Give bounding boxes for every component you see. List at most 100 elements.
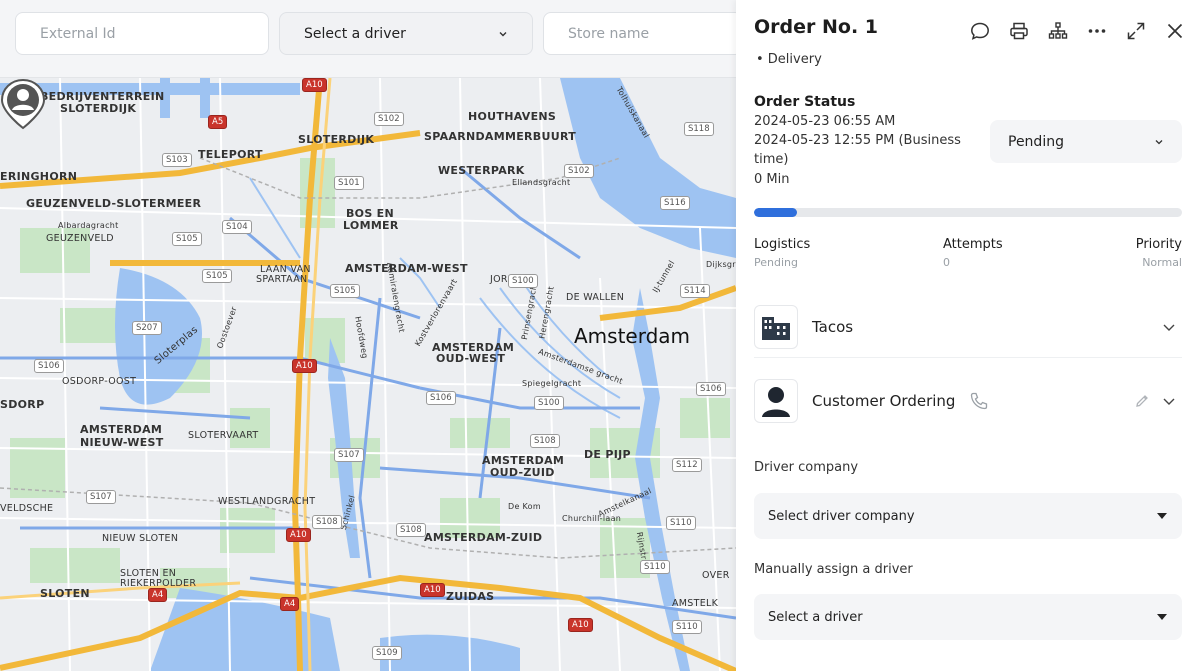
close-icon[interactable]	[1164, 20, 1186, 42]
map-label-district: OUD-WEST	[436, 352, 506, 365]
map-canvas	[0, 78, 736, 671]
map-label-district: AMSTERDAM	[80, 423, 163, 436]
map-label-street: Spiegelgracht	[522, 379, 582, 388]
order-status-select[interactable]: Pending	[990, 120, 1182, 163]
road-shield-s: S104	[222, 220, 252, 234]
map-label-district: LOMMER	[343, 219, 399, 232]
road-shield-s: S107	[334, 448, 364, 462]
expand-icon[interactable]	[1125, 20, 1147, 42]
map-label-district: OVER	[702, 570, 730, 581]
customer-location-pin-icon[interactable]	[0, 78, 46, 130]
assign-driver-value: Select a driver	[768, 609, 863, 625]
order-status-title: Order Status	[754, 94, 856, 110]
order-created-time: 2024-05-23 06:55 AM	[754, 114, 896, 129]
store-avatar	[754, 304, 798, 349]
map-label-district: SLOTEN	[40, 587, 90, 600]
order-status-value: Pending	[1008, 133, 1064, 150]
customer-row[interactable]: Customer Ordering	[754, 370, 1182, 432]
external-id-placeholder: External Id	[40, 25, 116, 42]
priority-value: Normal	[1142, 256, 1182, 269]
store-name-input[interactable]: Store name	[543, 12, 743, 55]
chevron-down-icon[interactable]	[1162, 320, 1176, 334]
attempts-value: 0	[943, 256, 950, 269]
map-label-district: GEUZENVELD-SLOTERMEER	[26, 197, 202, 210]
order-duration: 0 Min	[754, 172, 790, 187]
map-label-district: OUD-ZUID	[490, 466, 555, 479]
road-shield-a: A10	[302, 78, 327, 92]
store-row[interactable]: Tacos	[754, 296, 1182, 358]
road-shield-s: S107	[86, 490, 116, 504]
map-label-district: ERINGHORN	[0, 170, 78, 183]
road-shield-a: A4	[280, 597, 300, 611]
map-label-street: Dijksgracht	[706, 260, 736, 269]
road-shield-a: A4	[148, 588, 168, 602]
priority-stat: Priority Normal	[1136, 237, 1182, 269]
map-label-district: AMSTELK	[672, 598, 719, 609]
assign-driver-label: Manually assign a driver	[754, 562, 913, 577]
driver-company-label: Driver company	[754, 460, 859, 475]
order-progress-bar	[754, 208, 1182, 217]
panel-toolbar	[969, 20, 1186, 42]
road-shield-s: S110	[640, 560, 670, 574]
map-label-district: SLOTERDIJK	[60, 102, 137, 115]
order-type: • Delivery	[756, 52, 822, 67]
external-id-input[interactable]: External Id	[15, 12, 269, 55]
map-label-district: AMSTERDAM-WEST	[345, 262, 468, 275]
road-shield-s: S105	[202, 269, 232, 283]
map-label-district: OSDORP-OOST	[62, 376, 137, 387]
map-label-district: AMSTERDAM-ZUID	[424, 531, 543, 544]
map-city-label: Amsterdam	[574, 324, 691, 348]
road-shield-s: S102	[374, 112, 404, 126]
road-shield-a: A10	[292, 359, 317, 373]
user-icon	[762, 387, 790, 417]
road-shield-s: S109	[372, 646, 402, 660]
order-progress-fill	[754, 208, 797, 217]
map-label-district: DE WALLEN	[566, 292, 625, 303]
hierarchy-icon[interactable]	[1047, 20, 1069, 42]
road-shield-s: S108	[530, 434, 560, 448]
map-label-district: TELEPORT	[198, 148, 263, 161]
caret-down-icon	[1157, 614, 1167, 620]
map-label-street: Albardagracht	[58, 221, 119, 230]
edit-pencil-icon[interactable]	[1134, 393, 1150, 409]
driver-company-select[interactable]: Select driver company	[754, 493, 1182, 539]
map-label-district: DE PIJP	[584, 448, 631, 461]
logistics-value: Pending	[754, 256, 798, 269]
road-shield-s: S101	[334, 176, 364, 190]
road-shield-a: A10	[286, 528, 311, 542]
map-label-street: Churchill-laan	[562, 514, 622, 523]
order-details-panel: Order No. 1 • Delivery Order Status 2024…	[736, 0, 1200, 671]
more-options-icon[interactable]	[1086, 20, 1108, 42]
road-shield-s: S106	[696, 382, 726, 396]
road-shield-s: S100	[534, 396, 564, 410]
store-name: Tacos	[812, 317, 854, 336]
road-shield-s: S118	[684, 122, 714, 136]
driver-filter-select[interactable]: Select a driver	[279, 12, 533, 55]
assign-driver-select[interactable]: Select a driver	[754, 594, 1182, 640]
print-icon[interactable]	[1008, 20, 1030, 42]
map-label-district: GEUZENVELD	[46, 233, 114, 244]
logistics-stat: Logistics Pending	[754, 237, 810, 269]
chevron-down-icon[interactable]	[1162, 394, 1176, 408]
road-shield-s: S207	[132, 321, 162, 335]
chat-icon[interactable]	[969, 20, 991, 42]
customer-name: Customer Ordering	[812, 392, 956, 410]
map-label-district: HOUTHAVENS	[468, 110, 557, 123]
driver-company-value: Select driver company	[768, 508, 915, 524]
map-label-district: SPARTAAN	[256, 274, 308, 285]
road-shield-s: S105	[330, 284, 360, 298]
filter-bar: External Id Select a driver Store name	[0, 0, 743, 78]
order-business-time: 2024-05-23 12:55 PM (Business time)	[754, 133, 961, 167]
road-shield-a: A10	[420, 583, 445, 597]
driver-filter-value: Select a driver	[304, 25, 406, 42]
map-label-district: VELDSCHE	[0, 503, 54, 514]
road-shield-a: A5	[208, 115, 228, 129]
map-view[interactable]: BEDRIJVENTERREIN SLOTERDIJK TELEPORT HOU…	[0, 78, 736, 671]
map-label-district: SDORP	[0, 398, 45, 411]
map-label-district: ZUIDAS	[446, 590, 495, 603]
priority-label: Priority	[1135, 237, 1182, 252]
road-shield-s: S110	[672, 620, 702, 634]
road-shield-s: S105	[172, 232, 202, 246]
phone-icon[interactable]	[969, 391, 989, 411]
road-shield-s: S112	[672, 458, 702, 472]
